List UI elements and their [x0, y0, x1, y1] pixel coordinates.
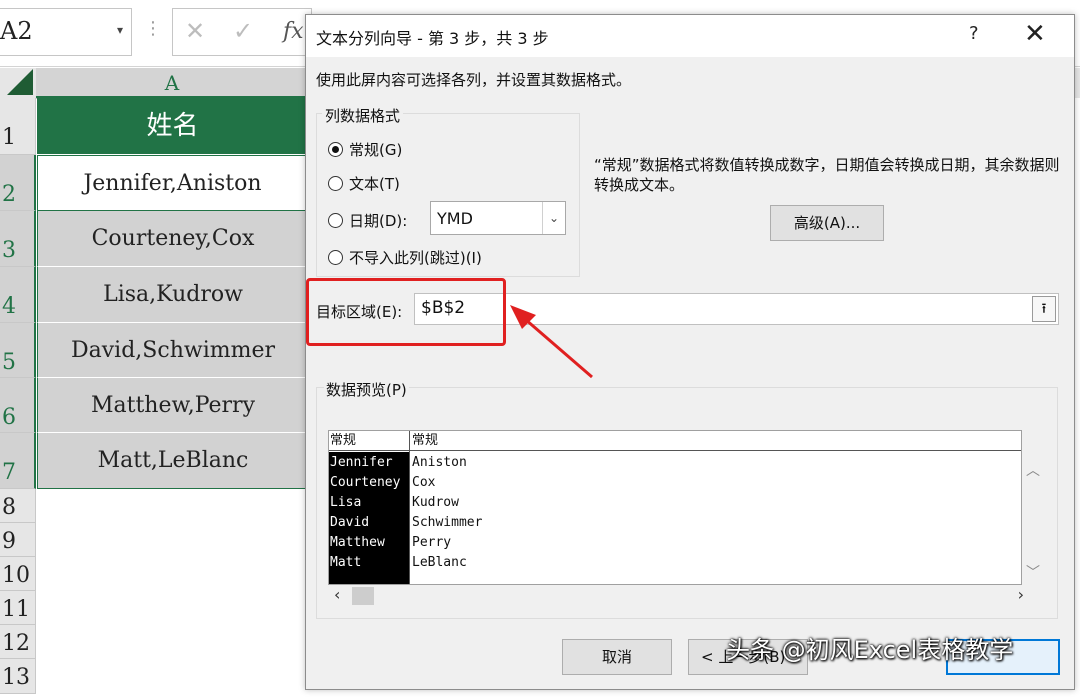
name-box-value: A2 — [0, 17, 33, 45]
scroll-down-icon[interactable]: ﹀ — [1026, 562, 1040, 582]
preview-cell: David — [330, 515, 370, 530]
chevron-down-icon[interactable]: ⌄ — [542, 202, 565, 234]
select-all-triangle-icon — [7, 69, 33, 95]
radio-general[interactable]: 常规(G) — [328, 139, 402, 160]
row-header-10[interactable]: 10 — [0, 557, 36, 591]
radio-text-label: 文本(T) — [349, 175, 400, 193]
radio-general-dot-icon — [328, 142, 343, 157]
date-format-select[interactable]: YMD ⌄ — [430, 201, 566, 235]
radio-date-label: 日期(D): — [349, 212, 408, 230]
instruction-text: 使用此屏内容可选择各列，并设置其数据格式。 — [316, 71, 632, 89]
row-header-7[interactable]: 7 — [0, 433, 36, 489]
formula-buttons: ✕ ✓ fx — [172, 8, 312, 56]
preview-cell: Aniston — [412, 455, 467, 470]
row-header-5[interactable]: 5 — [0, 323, 36, 378]
preview-cell: Lisa — [330, 495, 362, 510]
cell-a2[interactable]: Jennifer,Aniston — [37, 155, 308, 211]
cancel-button[interactable]: 取消 — [562, 639, 672, 675]
preview-cell: Matthew — [330, 535, 385, 550]
name-box-dropdown-icon[interactable]: ▾ — [117, 23, 123, 37]
preview-header-1[interactable]: 常规 — [329, 431, 409, 451]
preview-horizontal-scrollbar[interactable]: ‹ › — [328, 585, 1044, 607]
cell-a7[interactable]: Matt,LeBlanc — [37, 433, 308, 489]
dialog-title-bar[interactable]: 文本分列向导 - 第 3 步，共 3 步 ? ✕ — [306, 15, 1074, 57]
scroll-up-icon[interactable]: ︿ — [1026, 460, 1040, 480]
radio-skip-dot-icon — [328, 250, 343, 265]
column-header-a[interactable]: A — [36, 68, 308, 98]
cancel-edit-icon[interactable]: ✕ — [185, 17, 205, 45]
radio-skip-label: 不导入此列(跳过)(I) — [349, 249, 482, 267]
row-header-11[interactable]: 11 — [0, 591, 36, 625]
radio-general-label: 常规(G) — [349, 141, 403, 159]
radio-date-dot-icon — [328, 213, 343, 228]
insert-function-icon[interactable]: fx — [283, 19, 304, 44]
name-box[interactable]: A2 ▾ — [0, 8, 132, 56]
cell-a3[interactable]: Courteney,Cox — [37, 211, 308, 267]
red-arrow-icon — [510, 305, 593, 379]
scroll-left-icon[interactable]: ‹ — [334, 585, 340, 604]
scroll-right-icon[interactable]: › — [1018, 585, 1024, 604]
help-button[interactable]: ? — [969, 23, 979, 44]
preview-header-2[interactable]: 常规 — [410, 431, 1021, 451]
row-header-12[interactable]: 12 — [0, 625, 36, 659]
radio-skip[interactable]: 不导入此列(跳过)(I) — [328, 247, 482, 268]
row-header-8[interactable]: 8 — [0, 489, 36, 523]
row-header-13[interactable]: 13 — [0, 659, 36, 694]
confirm-edit-icon[interactable]: ✓ — [233, 17, 253, 45]
cell-a5[interactable]: David,Schwimmer — [37, 323, 308, 378]
row-header-9[interactable]: 9 — [0, 523, 36, 557]
preview-cell: Perry — [412, 535, 452, 550]
watermark: 头条 @初风Excel表格教学 — [726, 636, 1014, 664]
collapse-dialog-icon[interactable]: ⭱ — [1032, 296, 1056, 322]
highlight-box — [306, 278, 506, 346]
preview-title: 数据预览(P) — [324, 379, 409, 400]
preview-vertical-scrollbar[interactable]: ︿ ﹀ — [1022, 450, 1044, 585]
radio-text[interactable]: 文本(T) — [328, 173, 400, 194]
row-header-1[interactable]: 1 — [0, 98, 36, 155]
row-header-2[interactable]: 2 — [0, 155, 36, 211]
close-button[interactable]: ✕ — [1024, 19, 1046, 49]
cell-a1[interactable]: 姓名 — [37, 98, 308, 155]
dialog-title: 文本分列向导 - 第 3 步，共 3 步 — [316, 29, 549, 48]
more-icon: ⋮ — [144, 18, 162, 39]
format-group-title: 列数据格式 — [322, 105, 404, 126]
preview-cell: Jennifer — [330, 455, 393, 470]
date-format-value: YMD — [437, 209, 473, 228]
preview-cell: Matt — [330, 555, 362, 570]
row-header-3[interactable]: 3 — [0, 211, 36, 267]
scroll-thumb[interactable] — [352, 587, 374, 605]
row-header-4[interactable]: 4 — [0, 267, 36, 323]
preview-cell: Schwimmer — [412, 515, 483, 530]
preview-cell: LeBlanc — [412, 555, 467, 570]
text-to-columns-dialog: 文本分列向导 - 第 3 步，共 3 步 ? ✕ 使用此屏内容可选择各列，并设置… — [305, 14, 1075, 690]
preview-cell: Cox — [412, 475, 436, 490]
advanced-button[interactable]: 高级(A)... — [770, 205, 884, 241]
cell-a4[interactable]: Lisa,Kudrow — [37, 267, 308, 323]
row-header-6[interactable]: 6 — [0, 378, 36, 433]
radio-date[interactable]: 日期(D): — [328, 210, 407, 231]
preview-column-separator — [409, 431, 410, 584]
data-preview[interactable]: 常规 常规 Jennifer Aniston Courteney Cox Lis… — [328, 430, 1022, 585]
preview-cell: Courteney — [330, 475, 401, 490]
preview-cell: Kudrow — [412, 495, 459, 510]
format-description: “常规”数据格式将数值转换成数字，日期值会转换成日期，其余数据则转换成文本。 — [594, 156, 1060, 194]
cell-a6[interactable]: Matthew,Perry — [37, 378, 308, 433]
radio-text-dot-icon — [328, 176, 343, 191]
select-all-corner[interactable] — [0, 68, 37, 99]
